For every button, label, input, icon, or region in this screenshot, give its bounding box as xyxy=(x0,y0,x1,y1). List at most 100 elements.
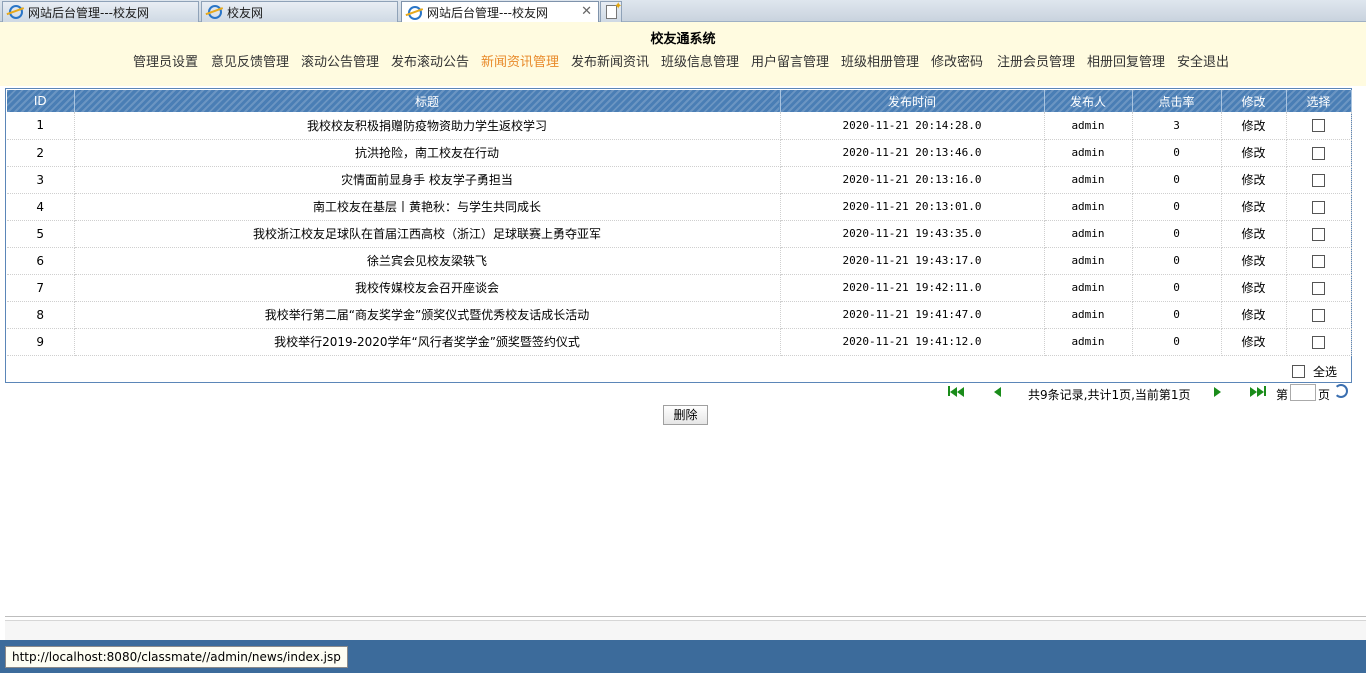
row-checkbox[interactable] xyxy=(1312,200,1325,214)
page-number-input[interactable] xyxy=(1290,384,1316,401)
tab-label: 网站后台管理---校友网 xyxy=(28,5,149,20)
prev-page-icon[interactable] xyxy=(994,386,1001,400)
row-edit-link[interactable]: 修改 xyxy=(1221,139,1287,167)
row-title: 南工校友在基层丨黄艳秋：与学生共同成长 xyxy=(74,193,781,221)
row-select-cell xyxy=(1286,112,1352,140)
row-checkbox[interactable] xyxy=(1312,227,1325,241)
nav-feedback[interactable]: 意见反馈管理 xyxy=(211,51,289,70)
row-author: admin xyxy=(1044,166,1133,194)
nav-admin-settings[interactable]: 管理员设置 xyxy=(133,51,198,70)
row-id: 3 xyxy=(7,166,75,194)
row-clicks: 0 xyxy=(1132,220,1222,248)
row-time: 2020-11-21 19:42:11.0 xyxy=(780,274,1045,302)
nav-class-info[interactable]: 班级信息管理 xyxy=(661,51,739,70)
select-all-label: 全选 xyxy=(1312,365,1337,379)
row-author: admin xyxy=(1044,193,1133,221)
row-checkbox[interactable] xyxy=(1312,308,1325,322)
new-tab-button[interactable]: ✦ xyxy=(600,1,622,22)
row-edit-link[interactable]: 修改 xyxy=(1221,274,1287,302)
row-checkbox[interactable] xyxy=(1312,254,1325,268)
row-title: 我校浙江校友足球队在首届江西高校（浙江）足球联赛上勇夺亚军 xyxy=(74,220,781,248)
row-time: 2020-11-21 19:43:35.0 xyxy=(780,220,1045,248)
row-select-cell xyxy=(1286,328,1352,356)
ie-icon xyxy=(9,5,23,19)
main-nav: 管理员设置 意见反馈管理 滚动公告管理 发布滚动公告 新闻资讯管理 发布新闻资讯… xyxy=(0,51,1366,70)
nav-album-replies[interactable]: 相册回复管理 xyxy=(1087,51,1165,70)
select-all-checkbox[interactable] xyxy=(1291,365,1305,378)
col-author: 发布人 xyxy=(1044,90,1133,112)
ie-icon xyxy=(208,5,222,19)
table-row: 6 徐兰宾会见校友梁轶飞 2020-11-21 19:43:17.0 admin… xyxy=(7,247,1352,275)
row-id: 6 xyxy=(7,247,75,275)
row-time: 2020-11-21 19:41:47.0 xyxy=(780,301,1045,329)
delete-button[interactable]: 删除 xyxy=(663,405,708,425)
nav-notice-publish[interactable]: 发布滚动公告 xyxy=(391,51,469,70)
row-edit-link[interactable]: 修改 xyxy=(1221,301,1287,329)
row-id: 2 xyxy=(7,139,75,167)
row-edit-link[interactable]: 修改 xyxy=(1221,166,1287,194)
table-row: 7 我校传媒校友会召开座谈会 2020-11-21 19:42:11.0 adm… xyxy=(7,274,1352,302)
browser-tab-admin[interactable]: 网站后台管理---校友网 xyxy=(2,1,199,22)
row-clicks: 3 xyxy=(1132,112,1222,140)
row-edit-link[interactable]: 修改 xyxy=(1221,193,1287,221)
first-page-icon[interactable] xyxy=(948,386,964,400)
table-row: 4 南工校友在基层丨黄艳秋：与学生共同成长 2020-11-21 20:13:0… xyxy=(7,193,1352,221)
nav-notice-manage[interactable]: 滚动公告管理 xyxy=(301,51,379,70)
row-time: 2020-11-21 19:41:12.0 xyxy=(780,328,1045,356)
row-clicks: 0 xyxy=(1132,193,1222,221)
nav-news-publish[interactable]: 发布新闻资讯 xyxy=(571,51,649,70)
row-id: 5 xyxy=(7,220,75,248)
nav-change-password[interactable]: 修改密码 xyxy=(931,51,983,70)
row-select-cell xyxy=(1286,220,1352,248)
row-time: 2020-11-21 20:14:28.0 xyxy=(780,112,1045,140)
nav-messages[interactable]: 用户留言管理 xyxy=(751,51,829,70)
pager-summary: 共9条记录,共计1页,当前第1页 xyxy=(1028,388,1191,402)
row-checkbox[interactable] xyxy=(1312,281,1325,295)
table-row: 2 抗洪抢险，南工校友在行动 2020-11-21 20:13:46.0 adm… xyxy=(7,139,1352,167)
horizontal-scrollbar[interactable] xyxy=(5,620,1366,640)
row-checkbox[interactable] xyxy=(1312,335,1325,349)
col-id: ID xyxy=(7,90,75,112)
news-table: ID 标题 发布时间 发布人 点击率 修改 选择 1 我校校友积极捐赠防疫物资助… xyxy=(7,90,1352,356)
row-clicks: 0 xyxy=(1132,166,1222,194)
row-time: 2020-11-21 20:13:01.0 xyxy=(780,193,1045,221)
browser-tab-admin-active[interactable]: 网站后台管理---校友网 ✕ xyxy=(401,1,599,23)
browser-tab-strip: 网站后台管理---校友网 校友网 网站后台管理---校友网 ✕ ✦ xyxy=(0,0,1366,23)
row-author: admin xyxy=(1044,220,1133,248)
row-title: 我校校友积极捐赠防疫物资助力学生返校学习 xyxy=(74,112,781,140)
browser-tab-site[interactable]: 校友网 xyxy=(201,1,398,22)
row-time: 2020-11-21 19:43:17.0 xyxy=(780,247,1045,275)
nav-members[interactable]: 注册会员管理 xyxy=(997,51,1075,70)
ie-icon xyxy=(408,5,422,20)
go-page-icon[interactable] xyxy=(1334,384,1348,398)
tab-label: 校友网 xyxy=(227,5,264,20)
row-title: 灾情面前显身手 校友学子勇担当 xyxy=(74,166,781,194)
table-row: 9 我校举行2019-2020学年“风行者奖学金”颁奖暨签约仪式 2020-11… xyxy=(7,328,1352,356)
row-id: 9 xyxy=(7,328,75,356)
nav-logout[interactable]: 安全退出 xyxy=(1177,51,1229,70)
pager: 共9条记录,共计1页,当前第1页 第 页 xyxy=(946,384,1356,402)
row-author: admin xyxy=(1044,274,1133,302)
row-select-cell xyxy=(1286,139,1352,167)
nav-album-manage[interactable]: 班级相册管理 xyxy=(841,51,919,70)
close-tab-icon[interactable]: ✕ xyxy=(581,4,592,19)
row-clicks: 0 xyxy=(1132,247,1222,275)
page-suffix: 页 xyxy=(1318,388,1331,402)
row-checkbox[interactable] xyxy=(1312,173,1325,187)
row-edit-link[interactable]: 修改 xyxy=(1221,247,1287,275)
row-checkbox[interactable] xyxy=(1312,146,1325,160)
row-author: admin xyxy=(1044,112,1133,140)
row-select-cell xyxy=(1286,274,1352,302)
col-clicks: 点击率 xyxy=(1132,90,1222,112)
row-edit-link[interactable]: 修改 xyxy=(1221,220,1287,248)
row-checkbox[interactable] xyxy=(1312,119,1325,133)
next-page-icon[interactable] xyxy=(1214,386,1221,400)
row-edit-link[interactable]: 修改 xyxy=(1221,112,1287,140)
row-time: 2020-11-21 20:13:16.0 xyxy=(780,166,1045,194)
last-page-icon[interactable] xyxy=(1250,386,1266,400)
nav-news-manage[interactable]: 新闻资讯管理 xyxy=(481,51,559,70)
row-edit-link[interactable]: 修改 xyxy=(1221,328,1287,356)
col-select: 选择 xyxy=(1286,90,1352,112)
row-title: 抗洪抢险，南工校友在行动 xyxy=(74,139,781,167)
row-clicks: 0 xyxy=(1132,139,1222,167)
